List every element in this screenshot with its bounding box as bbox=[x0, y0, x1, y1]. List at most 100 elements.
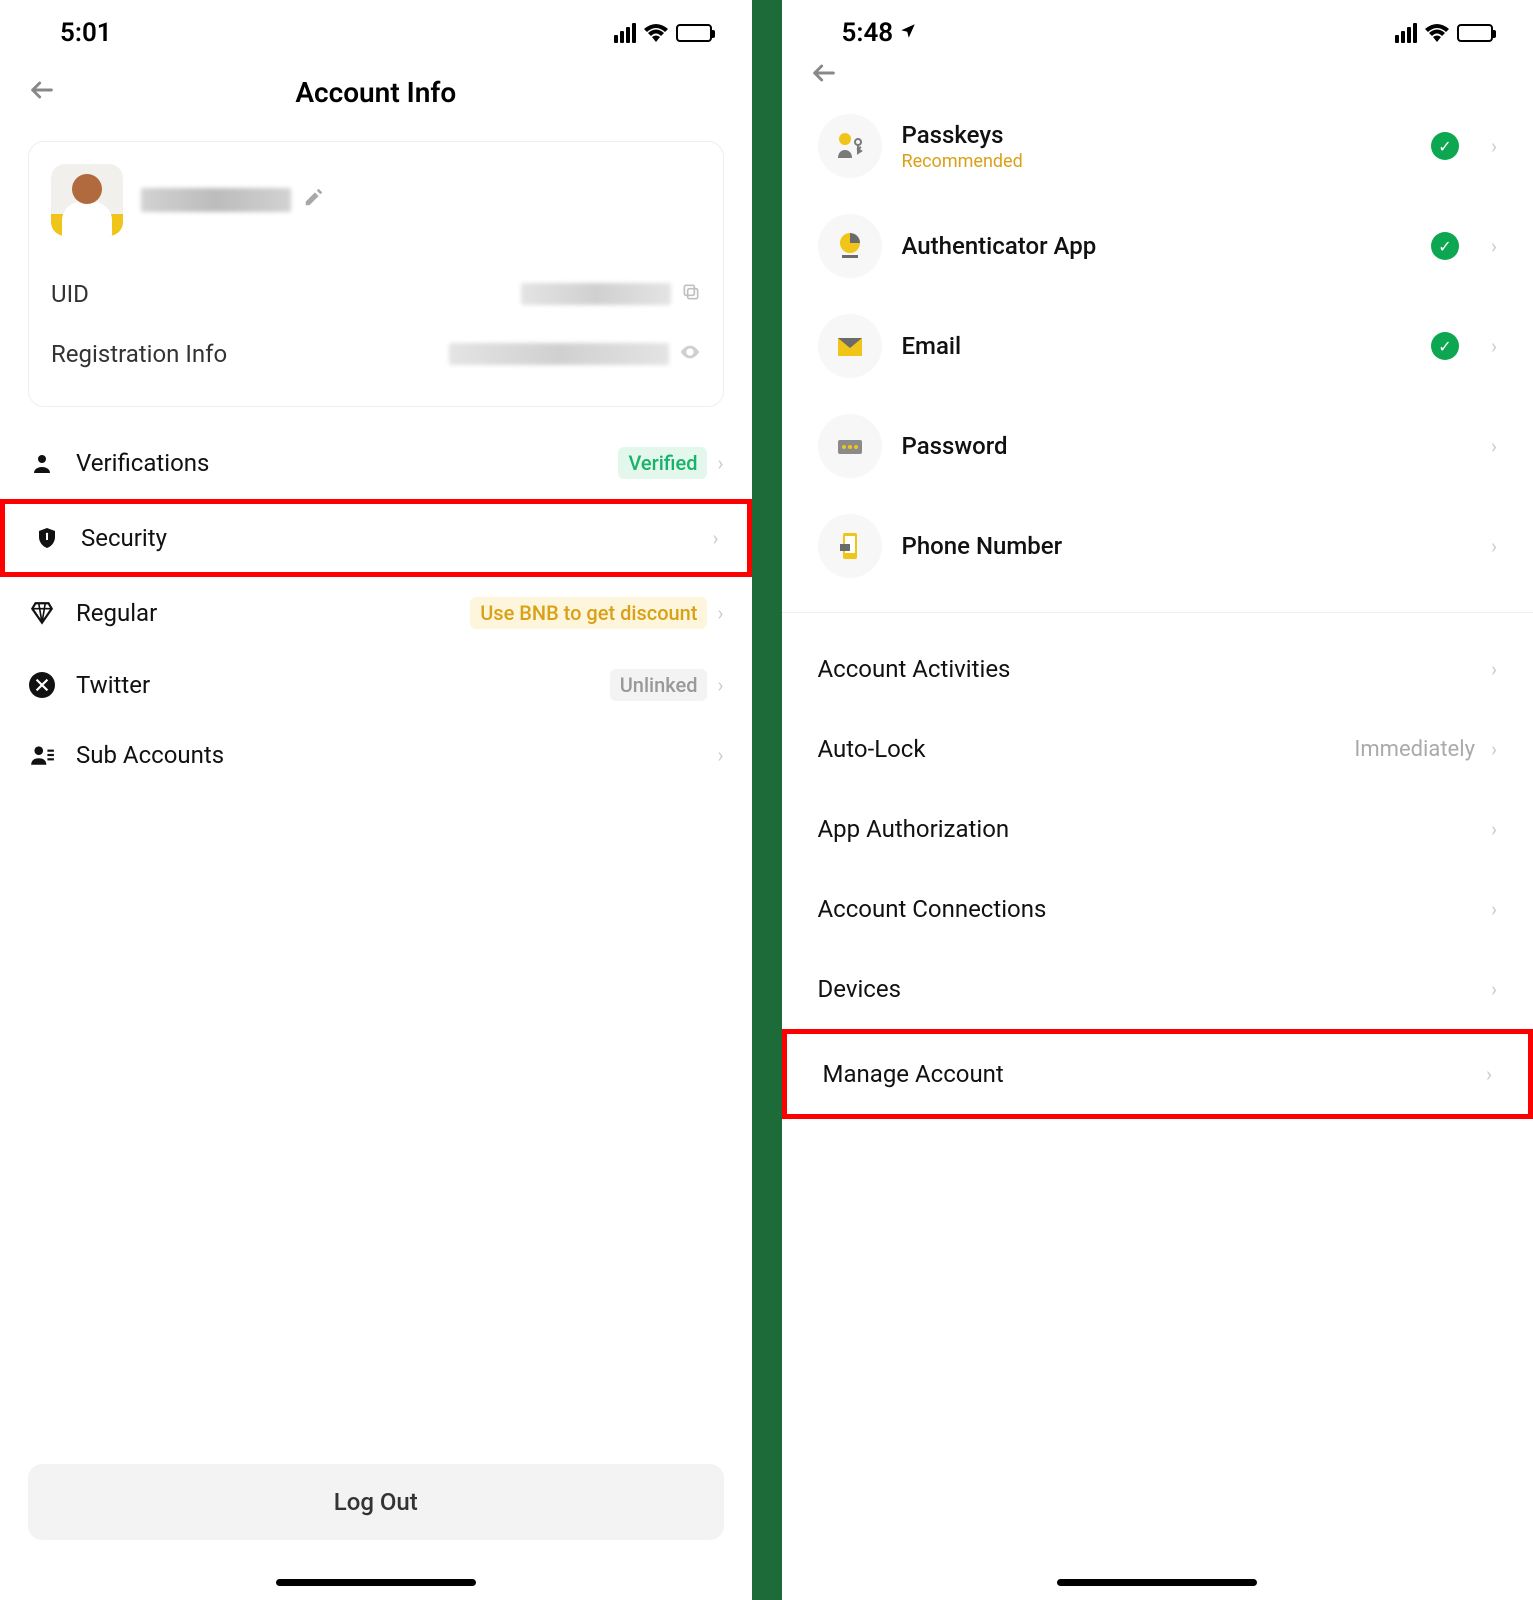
wifi-icon bbox=[644, 24, 668, 42]
chevron-right-icon: › bbox=[1486, 1062, 1492, 1086]
menu-label: Regular bbox=[76, 599, 450, 627]
menu-verifications[interactable]: Verifications Verified › bbox=[0, 427, 752, 499]
chevron-right-icon: › bbox=[1491, 657, 1497, 681]
sec-title: Email bbox=[902, 332, 1411, 360]
uid-value-redacted bbox=[521, 283, 671, 305]
avatar[interactable] bbox=[51, 164, 123, 236]
registration-label: Registration Info bbox=[51, 340, 227, 368]
recommended-badge: Recommended bbox=[902, 151, 1411, 172]
menu-regular[interactable]: Regular Use BNB to get discount › bbox=[0, 577, 752, 649]
battery-icon bbox=[676, 24, 712, 42]
menu-label: Twitter bbox=[76, 671, 590, 699]
item-label: App Authorization bbox=[818, 815, 1475, 843]
menu-twitter[interactable]: Twitter Unlinked › bbox=[0, 649, 752, 721]
username-redacted bbox=[141, 188, 291, 212]
item-devices[interactable]: Devices › bbox=[782, 949, 1533, 1029]
item-manage-account[interactable]: Manage Account › bbox=[782, 1029, 1533, 1119]
person-icon bbox=[28, 449, 56, 477]
logout-button[interactable]: Log Out bbox=[28, 1464, 724, 1540]
chevron-right-icon: › bbox=[1491, 817, 1497, 841]
back-button[interactable] bbox=[810, 57, 838, 95]
menu-security[interactable]: Security › bbox=[0, 499, 752, 577]
verified-badge: Verified bbox=[618, 447, 707, 479]
phone-icon bbox=[818, 514, 882, 578]
security-password[interactable]: Password › bbox=[782, 396, 1533, 496]
location-icon bbox=[899, 21, 917, 45]
menu-label: Sub Accounts bbox=[76, 741, 697, 769]
sec-title: Password bbox=[902, 432, 1459, 460]
chevron-right-icon: › bbox=[1491, 434, 1497, 458]
diamond-icon bbox=[28, 599, 56, 627]
authenticator-icon bbox=[818, 214, 882, 278]
item-account-connections[interactable]: Account Connections › bbox=[782, 869, 1533, 949]
status-time: 5:01 bbox=[60, 18, 112, 48]
security-passkeys[interactable]: Passkeys Recommended ✓ › bbox=[782, 96, 1533, 196]
edit-icon[interactable] bbox=[303, 186, 325, 214]
x-twitter-icon bbox=[28, 671, 56, 699]
uid-row[interactable]: UID bbox=[51, 264, 701, 324]
bnb-discount-badge: Use BNB to get discount bbox=[470, 597, 707, 629]
signal-icon bbox=[614, 23, 636, 43]
item-app-authorization[interactable]: App Authorization › bbox=[782, 789, 1533, 869]
check-icon: ✓ bbox=[1431, 232, 1459, 260]
eye-icon[interactable] bbox=[679, 341, 701, 368]
status-bar: 5:48 bbox=[782, 0, 1533, 56]
chevron-right-icon: › bbox=[1491, 977, 1497, 1001]
item-auto-lock[interactable]: Auto-Lock Immediately › bbox=[782, 709, 1533, 789]
screen-divider bbox=[752, 0, 782, 1600]
sec-title: Authenticator App bbox=[902, 232, 1411, 260]
back-button[interactable] bbox=[28, 74, 56, 112]
item-label: Auto-Lock bbox=[818, 735, 1339, 763]
security-settings-screen: 5:48 Passkeys Recommended bbox=[782, 0, 1533, 1600]
security-email[interactable]: Email ✓ › bbox=[782, 296, 1533, 396]
logout-label: Log Out bbox=[334, 1488, 418, 1516]
profile-card: UID Registration Info bbox=[28, 141, 724, 407]
home-indicator[interactable] bbox=[1057, 1579, 1257, 1586]
copy-icon[interactable] bbox=[681, 282, 701, 307]
battery-icon bbox=[1457, 24, 1493, 42]
registration-row[interactable]: Registration Info bbox=[51, 324, 701, 384]
signal-icon bbox=[1395, 23, 1417, 43]
chevron-right-icon: › bbox=[717, 743, 723, 767]
chevron-right-icon: › bbox=[1491, 134, 1497, 158]
status-time: 5:48 bbox=[842, 18, 894, 48]
chevron-right-icon: › bbox=[717, 601, 723, 625]
chevron-right-icon: › bbox=[1491, 334, 1497, 358]
item-account-activities[interactable]: Account Activities › bbox=[782, 629, 1533, 709]
check-icon: ✓ bbox=[1431, 332, 1459, 360]
chevron-right-icon: › bbox=[712, 526, 718, 550]
home-indicator[interactable] bbox=[276, 1579, 476, 1586]
chevron-right-icon: › bbox=[1491, 897, 1497, 921]
passkeys-icon bbox=[818, 114, 882, 178]
shield-icon bbox=[33, 524, 61, 552]
section-divider bbox=[782, 612, 1533, 613]
item-label: Devices bbox=[818, 975, 1475, 1003]
registration-value-redacted bbox=[449, 343, 669, 365]
status-bar: 5:01 bbox=[0, 0, 752, 56]
item-label: Account Connections bbox=[818, 895, 1475, 923]
wifi-icon bbox=[1425, 24, 1449, 42]
sec-title: Phone Number bbox=[902, 532, 1459, 560]
item-value: Immediately bbox=[1354, 737, 1475, 762]
menu-label: Verifications bbox=[76, 449, 598, 477]
chevron-right-icon: › bbox=[717, 673, 723, 697]
menu-sub-accounts[interactable]: Sub Accounts › bbox=[0, 721, 752, 789]
page-title: Account Info bbox=[28, 76, 724, 109]
header bbox=[782, 56, 1533, 96]
chevron-right-icon: › bbox=[1491, 534, 1497, 558]
account-info-screen: 5:01 Account Info bbox=[0, 0, 752, 1600]
chevron-right-icon: › bbox=[1491, 737, 1497, 761]
security-phone[interactable]: Phone Number › bbox=[782, 496, 1533, 596]
chevron-right-icon: › bbox=[717, 451, 723, 475]
uid-label: UID bbox=[51, 280, 89, 308]
sec-title: Passkeys bbox=[902, 121, 1411, 149]
chevron-right-icon: › bbox=[1491, 234, 1497, 258]
email-icon bbox=[818, 314, 882, 378]
sub-accounts-icon bbox=[28, 741, 56, 769]
password-icon bbox=[818, 414, 882, 478]
security-authenticator[interactable]: Authenticator App ✓ › bbox=[782, 196, 1533, 296]
item-label: Manage Account bbox=[823, 1060, 1470, 1088]
menu-label: Security bbox=[81, 524, 692, 552]
unlinked-badge: Unlinked bbox=[610, 669, 708, 701]
check-icon: ✓ bbox=[1431, 132, 1459, 160]
